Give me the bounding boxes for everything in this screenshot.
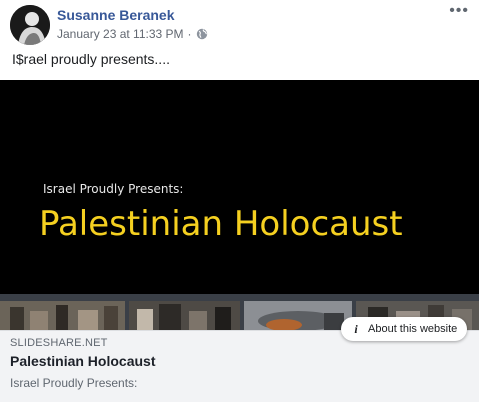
strip-photo-3 (244, 301, 352, 330)
post-timestamp[interactable]: January 23 at 11:33 PM (57, 27, 184, 41)
avatar-image (10, 5, 50, 45)
globe-icon[interactable] (196, 28, 208, 40)
meta-separator: · (187, 27, 192, 41)
author-name[interactable]: Susanne Beranek (57, 7, 175, 23)
preview-image-title: Palestinian Holocaust (39, 204, 403, 244)
strip-photo-2 (129, 301, 240, 330)
preview-image-subtitle: Israel Proudly Presents: (43, 182, 184, 196)
info-icon: i (354, 321, 358, 336)
avatar[interactable] (10, 5, 50, 45)
more-options-icon[interactable]: ••• (449, 3, 469, 19)
link-preview-image[interactable]: Israel Proudly Presents: Palestinian Hol… (0, 80, 479, 294)
link-description: Israel Proudly Presents: (10, 376, 138, 390)
link-domain: SLIDESHARE.NET (10, 337, 108, 349)
about-this-website-label: About this website (368, 323, 458, 335)
link-title[interactable]: Palestinian Holocaust (10, 353, 155, 369)
strip-photo-1 (0, 301, 125, 330)
facebook-post: Susanne Beranek January 23 at 11:33 PM ·… (0, 0, 479, 402)
post-meta: January 23 at 11:33 PM · (57, 27, 208, 41)
post-text: I$rael proudly presents.... (12, 51, 170, 67)
about-this-website-button[interactable]: i About this website (341, 317, 467, 341)
